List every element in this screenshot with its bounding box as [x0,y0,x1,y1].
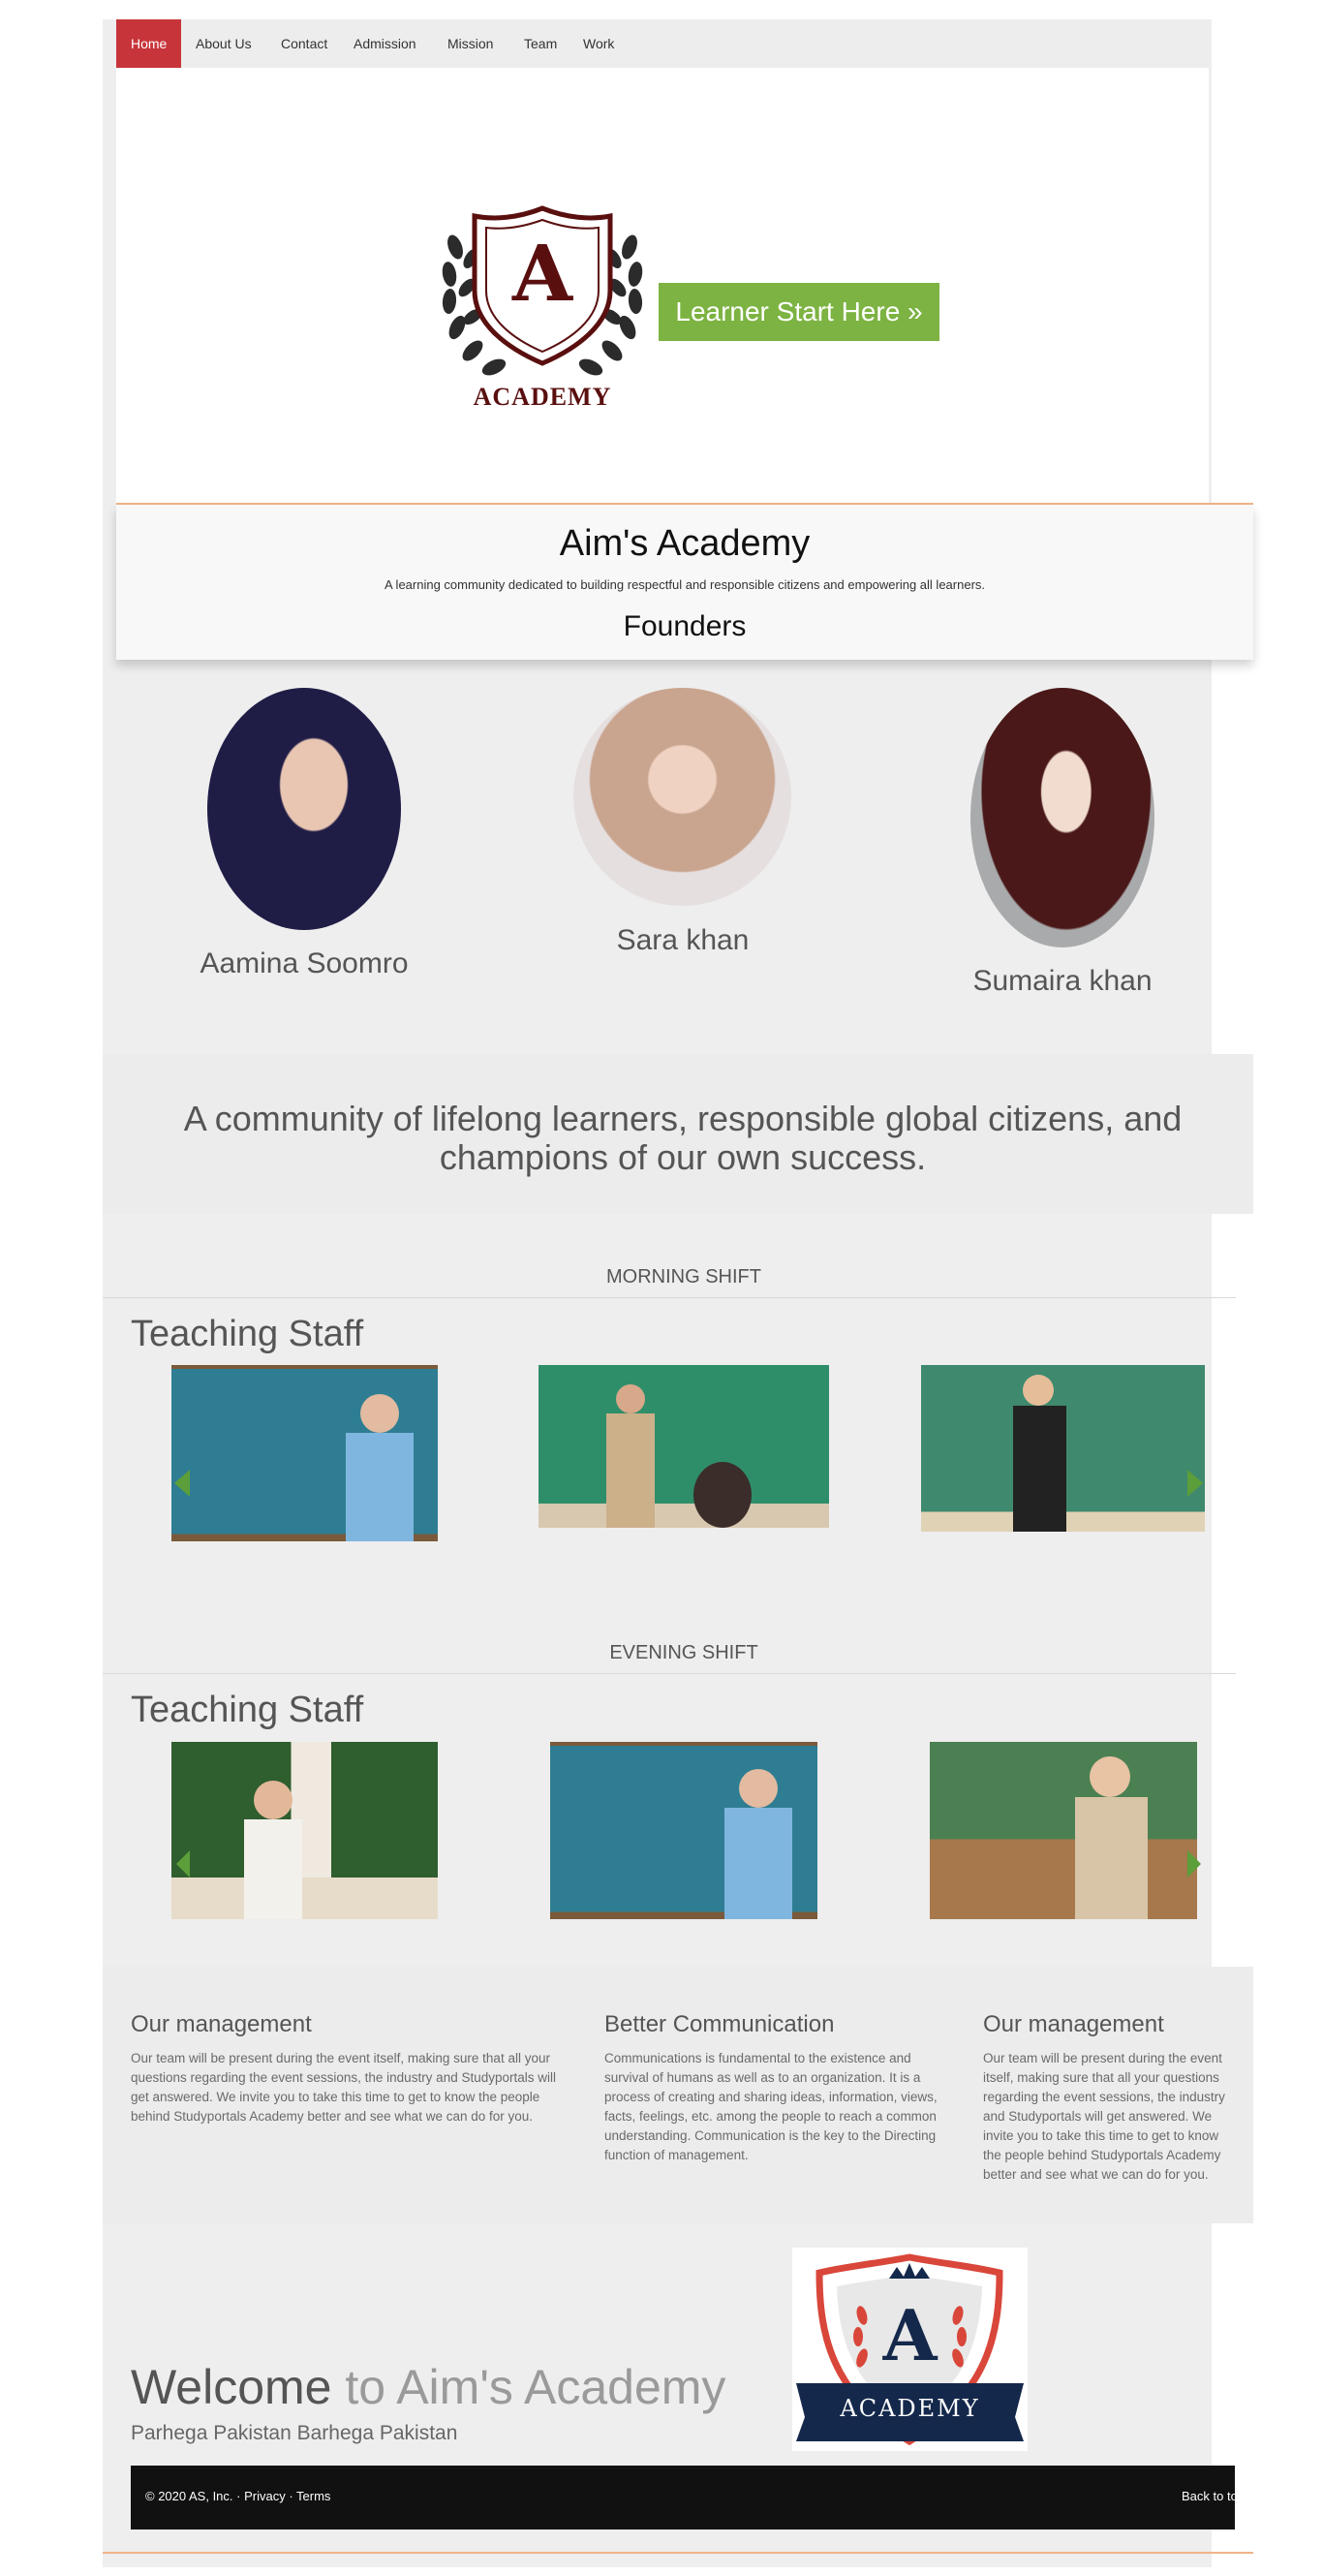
badge-letter: A [882,2294,938,2376]
col3-title: Our management [983,2011,1164,2037]
teacher-photo-evening-1 [171,1742,438,1919]
nav-mission[interactable]: Mission [433,19,508,68]
academy-laurel-logo: A ACADEMY [426,199,659,417]
page-title: Aim's Academy [559,523,811,564]
footer-copyright: © 2020 AS, Inc. · [145,2489,245,2503]
footer-links: © 2020 AS, Inc. · Privacy · Terms [145,2489,330,2503]
founder-name-3: Sumaira khan [972,965,1153,997]
morning-teaching-staff-heading: Teaching Staff [131,1314,364,1354]
logo-wordmark: ACADEMY [473,383,612,411]
welcome-lead: Welcome [131,2360,332,2414]
nav-contact[interactable]: Contact [266,19,342,68]
teacher-photo-evening-2 [550,1742,817,1919]
evening-teaching-staff-heading: Teaching Staff [131,1690,364,1730]
nav-team[interactable]: Team [509,19,571,68]
terms-link[interactable]: Terms [296,2489,330,2503]
carousel-next-arrow[interactable] [1187,1470,1203,1497]
founder-photo-1 [207,688,401,930]
nav-about-us[interactable]: About Us [181,19,266,68]
logo-letter: A [511,228,573,319]
navbar: Home About Us Contact Admission Mission … [116,19,1209,68]
footer: © 2020 AS, Inc. · Privacy · Terms Back t… [131,2466,1235,2529]
learner-start-button[interactable]: Learner Start Here » [659,283,939,341]
footer-separator: · [285,2489,297,2503]
carousel-prev-arrow[interactable] [174,1470,190,1497]
col1-title: Our management [131,2011,312,2037]
back-to-top-wrap: Back to top [1182,2489,1235,2503]
founder-name-1: Aamina Soomro [200,947,409,979]
teacher-photo-evening-3 [930,1742,1197,1919]
teacher-photo-morning-3 [921,1365,1205,1532]
morning-shift-label: MORNING SHIFT [606,1266,761,1288]
evening-shift-label: EVENING SHIFT [609,1642,758,1663]
nav-home[interactable]: Home [116,19,182,68]
teacher-photo-morning-1 [171,1365,438,1541]
founder-photo-3 [970,688,1154,947]
col3-text: Our team will be present during the even… [983,2051,1225,2182]
tagline: A learning community dedicated to buildi… [384,577,986,592]
morning-divider [103,1297,1236,1298]
welcome-heading: Welcome to Aim's Academy [131,2359,725,2415]
academy-badge-logo: A ACADEMY [792,2248,1028,2451]
welcome-subtitle: Parhega Pakistan Barhega Pakistan [131,2422,458,2444]
mission-quote: A community of lifelong learners, respon… [183,1099,1183,1177]
col2-title: Better Communication [604,2011,835,2037]
carousel-next-arrow-evening[interactable] [1187,1850,1201,1878]
welcome-rest: to Aim's Academy [331,2360,726,2414]
carousel-prev-arrow-evening[interactable] [176,1850,190,1878]
back-to-top-link[interactable]: Back to top [1182,2489,1235,2503]
teacher-photo-morning-2 [538,1365,829,1528]
founder-photo-2 [573,688,791,906]
col2-text: Communications is fundamental to the exi… [604,2051,938,2162]
nav-admission[interactable]: Admission [339,19,431,68]
bottom-divider [103,2552,1253,2554]
badge-wordmark: ACADEMY [840,2395,980,2422]
founder-name-2: Sara khan [616,924,750,956]
nav-work[interactable]: Work [569,19,629,68]
col1-text: Our team will be present during the even… [131,2051,557,2124]
evening-divider [103,1673,1236,1674]
privacy-link[interactable]: Privacy [244,2489,286,2503]
founders-heading: Founders [623,610,747,642]
